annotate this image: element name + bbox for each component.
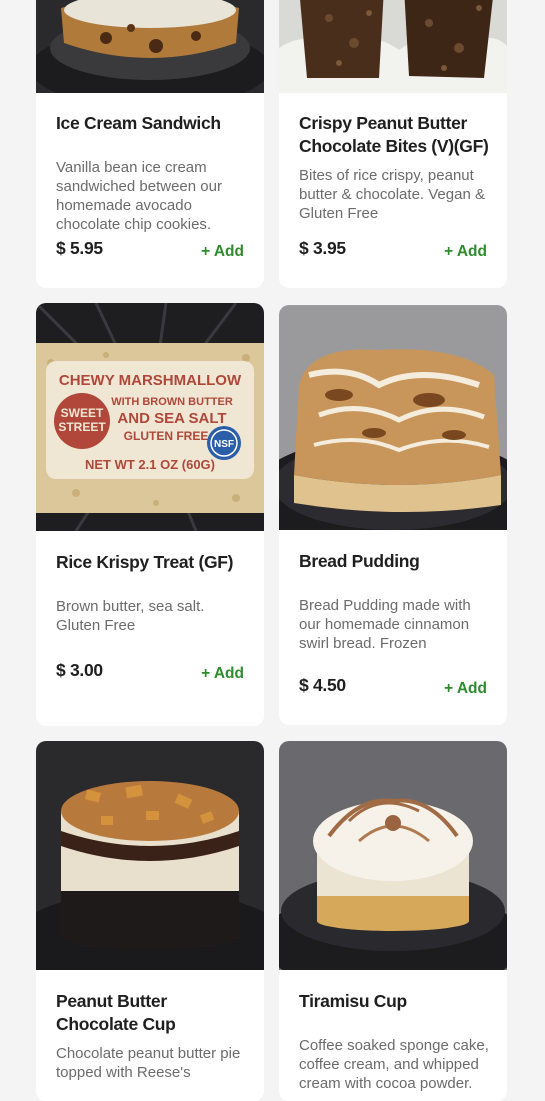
item-name: Crispy Peanut Butter Chocolate Bites (V)… (299, 113, 489, 156)
item-description: Chocolate peanut butter pie topped with … (56, 1045, 241, 1081)
item-name: Bread Pudding (299, 551, 420, 571)
pb-cup-photo (36, 741, 264, 970)
nsf-seal: NSF (214, 439, 234, 450)
add-button[interactable]: + Add (444, 680, 487, 698)
item-description: Bread Pudding made with our homemade cin… (299, 597, 471, 652)
label-line1: CHEWY MARSHMALLOW (59, 372, 242, 389)
add-button[interactable]: + Add (201, 665, 244, 683)
item-price: $ 3.95 (299, 238, 346, 258)
item-price: $ 4.50 (299, 675, 346, 695)
item-price: $ 5.95 (56, 238, 103, 258)
item-price: $ 3.00 (56, 660, 103, 680)
menu-grid: Ice Cream Sandwich Vanilla bean ice crea… (0, 0, 545, 1101)
label-weight: NET WT 2.1 OZ (60G) (85, 457, 215, 472)
menu-item-card[interactable]: Peanut Butter Chocolate Cup Chocolate pe… (36, 741, 264, 1101)
item-name: Ice Cream Sandwich (56, 113, 221, 133)
crispy-bites-photo (279, 0, 507, 93)
add-button[interactable]: + Add (444, 243, 487, 261)
item-description: Vanilla bean ice cream sandwiched betwee… (56, 159, 222, 233)
menu-item-card[interactable]: Tiramisu Cup Coffee soaked sponge cake, … (279, 741, 507, 1101)
item-description: Brown butter, sea salt. Gluten Free (56, 598, 205, 634)
tiramisu-photo (279, 741, 507, 970)
rice-krispy-photo: CHEWY MARSHMALLOW SWEET STREET WITH BROW… (36, 303, 264, 531)
label-line2: WITH BROWN BUTTER (111, 396, 233, 408)
item-description: Bites of rice crispy, peanut butter & ch… (299, 167, 485, 222)
brand-line1: SWEET (61, 406, 104, 420)
add-button[interactable]: + Add (201, 243, 244, 261)
label-line3: AND SEA SALT (117, 410, 226, 427)
ice-cream-sandwich-photo (36, 0, 264, 93)
menu-item-card[interactable]: Crispy Peanut Butter Chocolate Bites (V)… (279, 0, 507, 288)
label-line4: GLUTEN FREE (124, 429, 209, 443)
menu-item-card[interactable]: CHEWY MARSHMALLOW SWEET STREET WITH BROW… (36, 303, 264, 726)
bread-pudding-photo (279, 305, 507, 530)
item-description: Coffee soaked sponge cake, coffee cream,… (299, 1037, 489, 1092)
menu-item-card[interactable]: Ice Cream Sandwich Vanilla bean ice crea… (36, 0, 264, 288)
item-name: Rice Krispy Treat (GF) (56, 552, 234, 572)
item-name: Tiramisu Cup (299, 991, 407, 1011)
menu-item-card[interactable]: Bread Pudding Bread Pudding made with ou… (279, 305, 507, 725)
item-name: Peanut Butter Chocolate Cup (56, 991, 176, 1034)
brand-line2: STREET (58, 420, 106, 434)
